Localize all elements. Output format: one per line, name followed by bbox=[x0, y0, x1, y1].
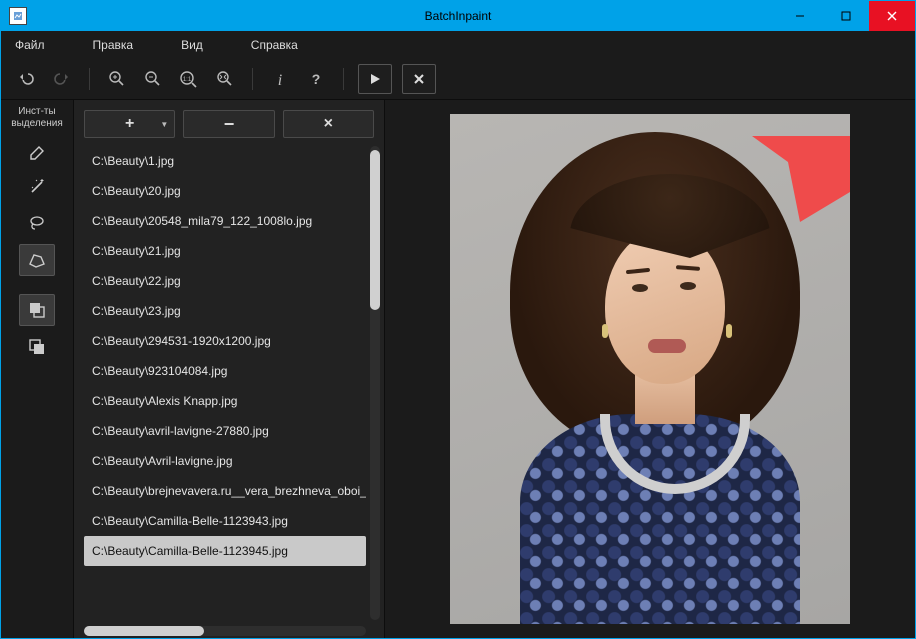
list-item[interactable]: C:\Beauty\20548_mila79_122_1008lo.jpg bbox=[84, 206, 366, 236]
vertical-scrollbar-thumb[interactable] bbox=[370, 150, 380, 310]
list-item[interactable]: C:\Beauty\22.jpg bbox=[84, 266, 366, 296]
app-window: BatchInpaint Файл Правка Вид Справка 1:1… bbox=[0, 0, 916, 639]
file-panel-buttons: + ▼ − × bbox=[74, 100, 384, 146]
window-controls bbox=[777, 1, 915, 31]
list-item[interactable]: C:\Beauty\Camilla-Belle-1123945.jpg bbox=[84, 536, 366, 566]
list-item[interactable]: C:\Beauty\294531-1920x1200.jpg bbox=[84, 326, 366, 356]
zoom-actual-button[interactable]: 1:1 bbox=[176, 66, 202, 92]
redo-button[interactable] bbox=[49, 66, 75, 92]
app-icon bbox=[9, 7, 27, 25]
horizontal-scrollbar-thumb[interactable] bbox=[84, 626, 204, 636]
undo-button[interactable] bbox=[13, 66, 39, 92]
magic-wand-tool[interactable] bbox=[20, 172, 54, 202]
paste-stack-tool[interactable] bbox=[20, 332, 54, 362]
list-item[interactable]: C:\Beauty\Camilla-Belle-1123943.jpg bbox=[84, 506, 366, 536]
lasso-tool[interactable] bbox=[20, 208, 54, 238]
plus-icon: + bbox=[125, 115, 134, 133]
main-toolbar: 1:1 i ? bbox=[1, 59, 915, 100]
menu-edit[interactable]: Правка bbox=[93, 38, 134, 52]
eraser-tool[interactable] bbox=[20, 136, 54, 166]
list-item[interactable]: C:\Beauty\1.jpg bbox=[84, 146, 366, 176]
run-button[interactable] bbox=[358, 64, 392, 94]
stop-button[interactable] bbox=[402, 64, 436, 94]
menu-bar: Файл Правка Вид Справка bbox=[1, 31, 915, 59]
x-icon: × bbox=[324, 115, 333, 133]
list-item[interactable]: C:\Beauty\21.jpg bbox=[84, 236, 366, 266]
list-item[interactable]: C:\Beauty\Avril-lavigne.jpg bbox=[84, 446, 366, 476]
selection-mask bbox=[740, 134, 850, 224]
maximize-button[interactable] bbox=[823, 1, 869, 31]
clear-files-button[interactable]: × bbox=[283, 110, 374, 138]
list-item[interactable]: C:\Beauty\Alexis Knapp.jpg bbox=[84, 386, 366, 416]
tool-sidebar-label: Инст-ты выделения bbox=[11, 106, 62, 130]
file-list-items: C:\Beauty\1.jpgC:\Beauty\20.jpgC:\Beauty… bbox=[84, 146, 366, 620]
toolbar-separator bbox=[89, 68, 90, 90]
preview-area bbox=[385, 100, 915, 638]
tool-sidebar: Инст-ты выделения bbox=[1, 100, 74, 638]
svg-text:i: i bbox=[278, 72, 282, 88]
svg-text:?: ? bbox=[312, 71, 321, 87]
file-list: C:\Beauty\1.jpgC:\Beauty\20.jpgC:\Beauty… bbox=[84, 146, 380, 638]
title-bar: BatchInpaint bbox=[1, 1, 915, 31]
file-panel: + ▼ − × C:\Beauty\1.jpgC:\Beauty\20.jpgC… bbox=[74, 100, 385, 638]
polygon-tool[interactable] bbox=[19, 244, 55, 276]
app-body: Инст-ты выделения + ▼ − × bbox=[1, 100, 915, 638]
menu-help[interactable]: Справка bbox=[251, 38, 298, 52]
info-button[interactable]: i bbox=[267, 66, 293, 92]
toolbar-separator bbox=[343, 68, 344, 90]
help-button[interactable]: ? bbox=[303, 66, 329, 92]
zoom-fit-button[interactable] bbox=[212, 66, 238, 92]
remove-file-button[interactable]: − bbox=[183, 110, 274, 138]
close-button[interactable] bbox=[869, 1, 915, 31]
list-item[interactable]: C:\Beauty\23.jpg bbox=[84, 296, 366, 326]
list-item[interactable]: C:\Beauty\923104084.jpg bbox=[84, 356, 366, 386]
add-files-button[interactable]: + ▼ bbox=[84, 110, 175, 138]
copy-stack-tool[interactable] bbox=[19, 294, 55, 326]
minimize-button[interactable] bbox=[777, 1, 823, 31]
minus-icon: − bbox=[224, 114, 235, 135]
toolbar-separator bbox=[252, 68, 253, 90]
zoom-in-button[interactable] bbox=[104, 66, 130, 92]
image-canvas[interactable] bbox=[450, 114, 850, 624]
menu-file[interactable]: Файл bbox=[15, 38, 45, 52]
menu-view[interactable]: Вид bbox=[181, 38, 203, 52]
zoom-out-button[interactable] bbox=[140, 66, 166, 92]
list-item[interactable]: C:\Beauty\brejnevavera.ru__vera_brezhnev… bbox=[84, 476, 366, 506]
list-item[interactable]: C:\Beauty\20.jpg bbox=[84, 176, 366, 206]
chevron-down-icon: ▼ bbox=[160, 120, 168, 129]
list-item[interactable]: C:\Beauty\avril-lavigne-27880.jpg bbox=[84, 416, 366, 446]
svg-text:1:1: 1:1 bbox=[183, 77, 192, 83]
